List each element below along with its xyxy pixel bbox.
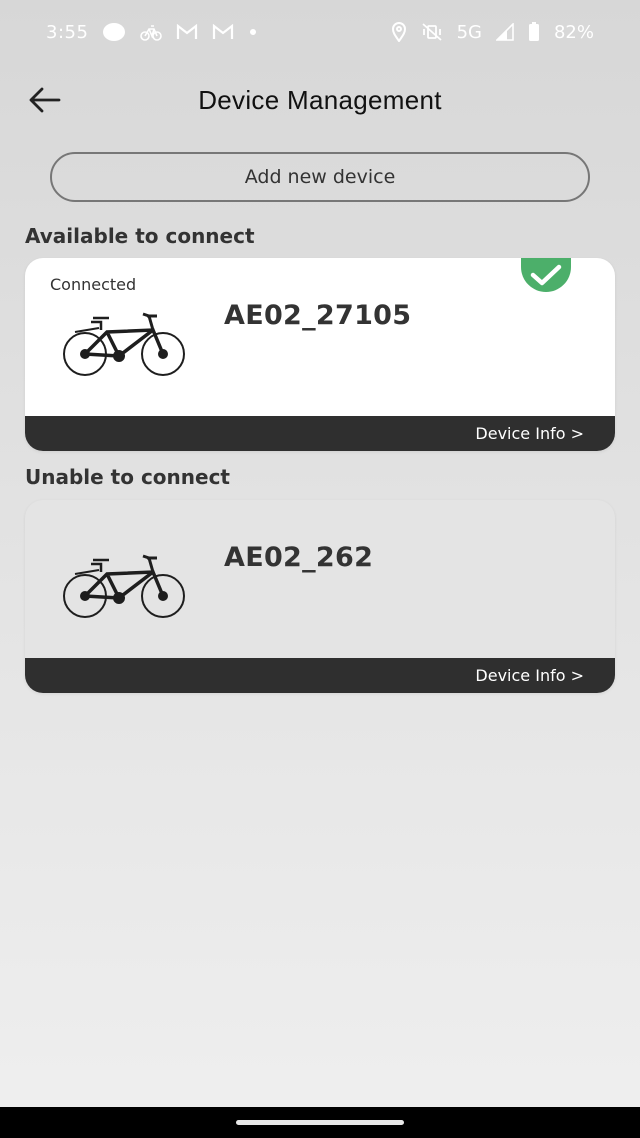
device-card-connected[interactable]: Connected AE02_27105 Device Info > [25, 258, 615, 451]
circle-icon [102, 22, 126, 42]
section-title-unavailable: Unable to connect [25, 465, 230, 489]
status-right: 5G 82% [391, 22, 594, 43]
dot-icon [248, 22, 258, 42]
connection-status-label: Connected [50, 275, 137, 294]
arrow-left-icon [29, 87, 61, 113]
device-name: AE02_27105 [224, 300, 412, 331]
device-name: AE02_262 [224, 542, 374, 573]
device-info-link[interactable]: Device Info > [475, 666, 584, 685]
connected-badge [521, 258, 571, 292]
signal-icon [495, 22, 514, 42]
bike-image [63, 312, 185, 376]
device-card-unavailable[interactable]: AE02_262 Device Info > [25, 500, 615, 693]
bike-icon [140, 22, 163, 42]
battery-percent: 82% [553, 21, 594, 43]
device-info-link[interactable]: Device Info > [475, 424, 584, 443]
home-gesture-handle[interactable] [236, 1120, 404, 1125]
header: Device Management [0, 72, 640, 128]
section-title-available: Available to connect [25, 224, 255, 248]
back-button[interactable] [24, 82, 64, 118]
card-footer: Device Info > [25, 416, 615, 451]
checkmark-icon [530, 264, 562, 286]
status-time: 3:55 [46, 21, 89, 43]
location-icon [391, 22, 407, 42]
add-new-device-button[interactable]: Add new device [50, 152, 590, 202]
page-title: Device Management [198, 84, 442, 115]
vibrate-off-icon [421, 22, 443, 42]
gmail-icon [176, 22, 198, 42]
gmail-icon [212, 22, 234, 42]
status-left: 3:55 [46, 22, 258, 43]
card-footer: Device Info > [25, 658, 615, 693]
navigation-bar [0, 1107, 640, 1138]
network-label: 5G [456, 21, 482, 43]
battery-icon [528, 22, 540, 42]
bike-image [63, 554, 185, 618]
status-bar: 3:55 5G 82% [0, 0, 640, 64]
